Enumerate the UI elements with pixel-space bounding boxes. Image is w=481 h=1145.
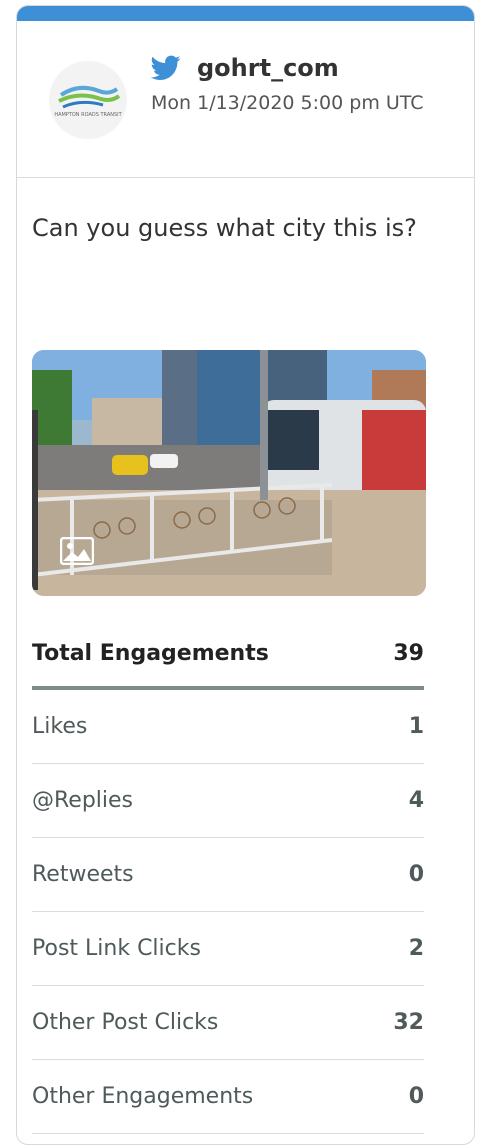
stat-row-post-link-clicks: Post Link Clicks 2 [32, 912, 424, 986]
stat-label: Post Link Clicks [32, 936, 201, 961]
stat-label: Other Post Clicks [32, 1010, 219, 1035]
stat-value: 1 [408, 714, 424, 739]
logo-text: HAMPTON ROADS TRANSIT [54, 112, 122, 118]
stat-row-retweets: Retweets 0 [32, 838, 424, 912]
stat-value: 0 [408, 862, 424, 887]
stat-row-other-post-clicks: Other Post Clicks 32 [32, 986, 424, 1060]
account-handle[interactable]: gohrt_com [197, 54, 339, 82]
post-header: HAMPTON ROADS TRANSIT gohrt_com Mon 1/13… [17, 21, 474, 178]
stat-row-replies: @Replies 4 [32, 764, 424, 838]
twitter-bird-icon [151, 55, 181, 80]
post-meta: gohrt_com Mon 1/13/2020 5:00 pm UTC [151, 51, 464, 119]
stat-value: 0 [408, 1084, 424, 1109]
stat-value-total: 39 [393, 640, 424, 666]
stat-value: 32 [393, 1010, 424, 1035]
stat-label-total: Total Engagements [32, 640, 269, 666]
engagement-stats: Total Engagements 39 Likes 1 @Replies 4 … [32, 620, 424, 1134]
stat-label: Likes [32, 714, 88, 739]
stat-label: Other Engagements [32, 1084, 254, 1109]
image-icon [60, 537, 94, 565]
hampton-roads-transit-logo: HAMPTON ROADS TRANSIT [49, 61, 127, 139]
accent-bar [17, 6, 474, 21]
post-date: Mon 1/13/2020 5:00 pm UTC [151, 92, 424, 114]
stat-row-total: Total Engagements 39 [32, 620, 424, 690]
media-badge [46, 520, 108, 582]
post-image[interactable] [32, 350, 426, 596]
stat-label: @Replies [32, 788, 134, 813]
stat-value: 2 [408, 936, 424, 961]
post-text: Can you guess what city this is? [32, 214, 417, 242]
stat-label: Retweets [32, 862, 134, 887]
stat-row-other-engagements: Other Engagements 0 [32, 1060, 424, 1134]
stat-row-likes: Likes 1 [32, 690, 424, 764]
stat-value: 4 [408, 788, 424, 813]
avatar[interactable]: HAMPTON ROADS TRANSIT [49, 61, 127, 139]
